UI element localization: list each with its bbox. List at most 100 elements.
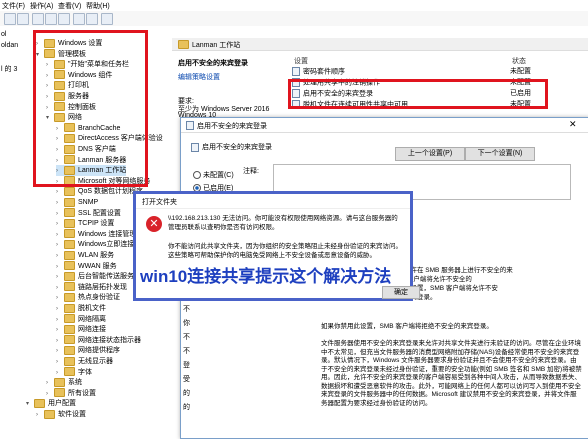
folder-icon — [64, 367, 75, 377]
help-snip: 不 — [183, 334, 190, 341]
help-snip: 不 — [183, 348, 190, 355]
folder-icon — [64, 303, 75, 313]
tree-item-label: Windows立即连接 — [78, 241, 135, 249]
row-state: 未配置 — [510, 68, 531, 75]
tree-item[interactable]: › 所有设置 — [46, 388, 96, 399]
folder-icon — [64, 240, 75, 250]
tree-item[interactable]: › 后台智能传送服务 — [56, 271, 134, 282]
folder-icon — [64, 197, 75, 207]
tree-item-label: WLAN 服务 — [78, 252, 115, 259]
folder-icon — [44, 409, 55, 419]
ok-button[interactable]: 确定 — [382, 286, 420, 299]
folder-icon — [64, 271, 75, 281]
col-setting-header[interactable]: 设置 — [294, 56, 308, 66]
tree-item[interactable]: › SNMP — [56, 197, 98, 208]
help-snip: 受 — [183, 376, 190, 383]
tree-item[interactable]: › 软件设置 — [36, 409, 86, 420]
tree-item[interactable]: › WLAN 服务 — [56, 250, 114, 261]
error-message-2: 你不能访问此共享文件夹，因为你组织的安全策略阻止未经身份验证的来宾访问。这些策略… — [168, 243, 402, 259]
radio-unconfigured[interactable]: 未配置(C) — [193, 170, 234, 180]
tree-item[interactable]: › 系统 — [46, 377, 82, 388]
folder-icon — [64, 314, 75, 324]
tree-item-label: 网络连接状态指示器 — [78, 336, 141, 344]
error-dialog-titlebar: 打开文件夹 — [136, 194, 410, 209]
back-icon[interactable] — [4, 13, 16, 25]
tree-item-label: 系统 — [68, 379, 82, 387]
tree-item[interactable]: › Windows立即连接 — [56, 239, 134, 250]
strip-label: l 的 3 — [1, 66, 18, 73]
radio-icon — [193, 171, 201, 180]
tree-item[interactable]: › 脱机文件 — [56, 303, 106, 314]
policy-inner-title: 启用不安全的来宾登录 — [191, 142, 272, 152]
tree-item[interactable]: ▾ 用户配置 — [26, 398, 76, 409]
folder-icon — [64, 229, 75, 239]
help-snip: 的 — [183, 404, 190, 411]
tree-item[interactable]: › 热点身份验证 — [56, 292, 120, 303]
error-dialog-title: 打开文件夹 — [142, 199, 177, 206]
folder-icon — [64, 324, 75, 334]
comment-label: 注释: — [243, 168, 259, 175]
tree-item-label: 网络隔离 — [78, 315, 106, 323]
tree-item[interactable]: › 字体 — [56, 367, 92, 378]
strip-label: oldan — [1, 42, 19, 49]
menu-action[interactable]: 操作(A) — [30, 1, 53, 11]
details-header-bar: Lanman 工作站 — [172, 38, 588, 51]
prev-setting-button[interactable]: 上一个设置(P) — [395, 147, 465, 161]
folder-icon — [64, 335, 75, 345]
highlight-box — [33, 30, 148, 187]
tree-item-label: 字体 — [78, 368, 92, 376]
help-text-1: 如果你禁用此设置，SMB 客户端将拒绝不安全的来宾登录。 — [321, 323, 493, 330]
tree-item[interactable]: › QoS 数据包计划程序 — [56, 186, 143, 197]
row-name: 密码套件顺序 — [303, 68, 345, 76]
tree-item[interactable]: › SSL 配置设置 — [56, 208, 121, 219]
tree-item[interactable]: › WWAN 服务 — [56, 261, 117, 272]
tree-item-label: 脱机文件 — [78, 305, 106, 312]
error-icon: ✕ — [146, 216, 162, 232]
policy-icon — [186, 121, 194, 130]
properties-icon[interactable] — [86, 13, 98, 25]
next-setting-button[interactable]: 下一个设置(N) — [465, 147, 535, 161]
help-icon[interactable] — [73, 13, 85, 25]
tree-item[interactable]: › Windows 连接管理器 — [56, 229, 143, 240]
folder-icon — [64, 346, 75, 356]
tree-item-label: WWAN 服务 — [78, 262, 117, 270]
tree-item[interactable]: › 网络提供程序 — [56, 345, 120, 356]
folder-icon — [64, 293, 75, 303]
help-snip: 你 — [183, 320, 190, 327]
folder-icon — [64, 282, 75, 292]
tree-item[interactable]: › TCPIP 设置 — [56, 218, 114, 229]
up-folder-icon[interactable] — [32, 13, 44, 25]
tree-item-label: 用户配置 — [48, 400, 76, 408]
menu-view[interactable]: 查看(V) — [58, 1, 81, 11]
tree-item[interactable]: › 网络连接状态指示器 — [56, 335, 141, 346]
folder-icon — [64, 261, 75, 271]
table-row[interactable]: 密码套件顺序 未配置 — [292, 67, 582, 77]
export-icon[interactable] — [58, 13, 70, 25]
tree-item-label: 无线显示器 — [78, 358, 113, 365]
policy-icon — [292, 67, 300, 76]
col-state-header[interactable]: 状态 — [512, 56, 526, 66]
menu-help[interactable]: 帮助(H) — [86, 1, 110, 11]
policy-dialog-title: 启用不安全的来宾登录 — [197, 123, 267, 130]
tree-item[interactable]: › 链路层拓扑发现 — [56, 282, 127, 293]
tree-item-label: SNMP — [78, 199, 99, 206]
help-snip: 登 — [183, 362, 190, 369]
tree-item-label: TCPIP 设置 — [78, 220, 115, 228]
chevron-right-icon[interactable]: › — [36, 410, 44, 421]
filter-icon[interactable] — [101, 13, 113, 25]
tree-item[interactable]: › 无线显示器 — [56, 356, 113, 367]
tree-item-label: 网络提供程序 — [78, 347, 120, 355]
toolbar — [0, 11, 588, 27]
error-message-1: \\192.168.213.130 无法访问。你可能没有权限使用网络资源。请与这… — [168, 215, 398, 231]
menu-file[interactable]: 文件(F) — [2, 1, 25, 11]
tree-item[interactable]: › 网络连接 — [56, 324, 106, 335]
chevron-down-icon[interactable]: ▾ — [26, 399, 34, 410]
edit-policy-link[interactable]: 编辑策略设置 — [178, 72, 220, 82]
policy-dialog-titlebar: 启用不安全的来宾登录 ✕ — [181, 118, 588, 133]
close-icon[interactable]: ✕ — [569, 119, 577, 130]
tree-item[interactable]: › 网络隔离 — [56, 314, 106, 325]
show-hide-tree-icon[interactable] — [45, 13, 57, 25]
forward-icon[interactable] — [17, 13, 29, 25]
tree-item-label: 软件设置 — [58, 411, 86, 418]
tree-item-label: 网络连接 — [78, 326, 106, 334]
